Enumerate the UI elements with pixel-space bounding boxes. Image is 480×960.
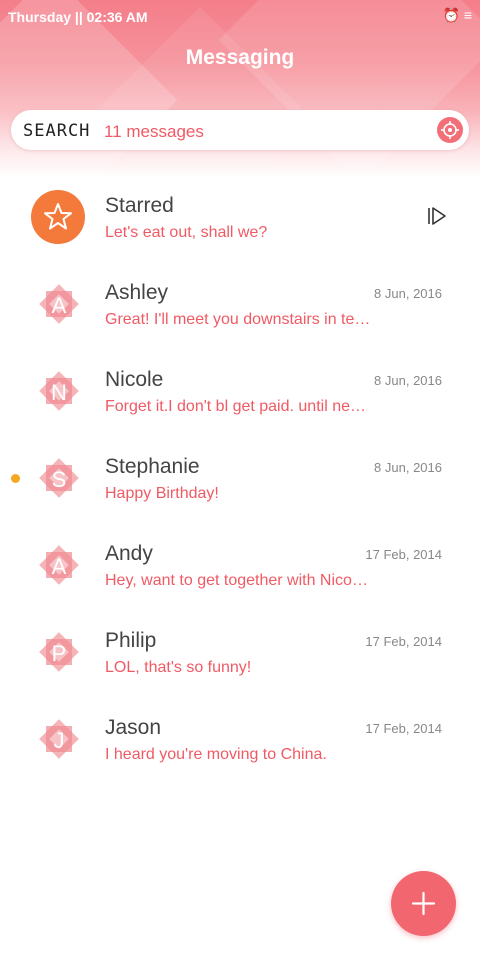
contact-name: Ashley xyxy=(105,281,169,304)
message-date: 17 Feb, 2014 xyxy=(365,634,442,649)
contact-avatar: A xyxy=(32,277,86,331)
contact-avatar: P xyxy=(32,625,86,679)
conversation-row[interactable]: N Nicole 8 Jun, 2016 Forget it.I don't b… xyxy=(0,352,480,439)
avatar-initial: A xyxy=(52,293,67,318)
plus-icon xyxy=(411,891,436,916)
message-date: 17 Feb, 2014 xyxy=(365,547,442,562)
avatar-initial: S xyxy=(52,467,67,492)
starred-preview: Let's eat out, shall we? xyxy=(105,224,268,241)
status-icons: ⏰ ≡ xyxy=(443,7,473,24)
message-preview: LOL, that's so funny! xyxy=(105,659,252,676)
avatar-initial: N xyxy=(51,380,67,405)
contact-name: Philip xyxy=(105,629,157,652)
message-count: 11 messages xyxy=(104,122,204,141)
message-date: 17 Feb, 2014 xyxy=(365,721,442,736)
conversation-row[interactable]: S Stephanie 8 Jun, 2016 Happy Birthday! xyxy=(0,439,480,526)
header-background: Thursday || 02:36 AM ⏰ ≡ Messaging SEARC… xyxy=(0,0,480,178)
message-date: 8 Jun, 2016 xyxy=(374,460,442,475)
message-preview: Great! I'll meet you downstairs in te… xyxy=(105,311,371,328)
contact-avatar: N xyxy=(32,364,86,418)
new-message-button[interactable] xyxy=(391,871,456,936)
conversation-row[interactable]: A Andy 17 Feb, 2014 Hey, want to get tog… xyxy=(0,526,480,613)
message-preview: Happy Birthday! xyxy=(105,485,219,502)
conversation-row[interactable]: A Ashley 8 Jun, 2016 Great! I'll meet yo… xyxy=(0,265,480,352)
message-date: 8 Jun, 2016 xyxy=(374,373,442,388)
conversation-row[interactable]: P Philip 17 Feb, 2014 LOL, that's so fun… xyxy=(0,613,480,700)
contact-avatar: J xyxy=(32,712,86,766)
contact-name: Andy xyxy=(105,542,153,565)
menu-lines-icon: ≡ xyxy=(463,7,472,23)
play-next-icon[interactable] xyxy=(426,205,448,232)
search-bar[interactable]: SEARCH 11 messages xyxy=(11,110,469,150)
avatar-initial: A xyxy=(52,554,67,579)
avatar-initial: P xyxy=(52,641,67,666)
status-time: Thursday || 02:36 AM xyxy=(8,9,148,25)
message-date: 8 Jun, 2016 xyxy=(374,286,442,301)
message-preview: I heard you're moving to China. xyxy=(105,746,327,763)
status-bar: Thursday || 02:36 AM ⏰ ≡ xyxy=(0,0,480,34)
page-title: Messaging xyxy=(185,46,295,69)
unread-indicator xyxy=(11,474,20,483)
star-icon xyxy=(31,190,85,244)
starred-title: Starred xyxy=(105,194,174,217)
alarm-icon: ⏰ xyxy=(442,7,460,23)
message-preview: Forget it.I don't bl get paid. until ne… xyxy=(105,398,366,415)
avatar-initial: J xyxy=(54,728,65,753)
search-label: SEARCH xyxy=(23,121,91,141)
message-preview: Hey, want to get together with Nico… xyxy=(105,572,368,589)
contact-avatar: A xyxy=(32,538,86,592)
contact-name: Jason xyxy=(105,716,162,739)
locate-icon[interactable] xyxy=(437,117,463,143)
starred-row[interactable]: Starred Let's eat out, shall we? xyxy=(0,178,480,265)
conversation-row[interactable]: J Jason 17 Feb, 2014 I heard you're movi… xyxy=(0,700,480,787)
contact-name: Nicole xyxy=(105,368,164,391)
contact-avatar: S xyxy=(32,451,86,505)
contact-name: Stephanie xyxy=(105,455,200,478)
